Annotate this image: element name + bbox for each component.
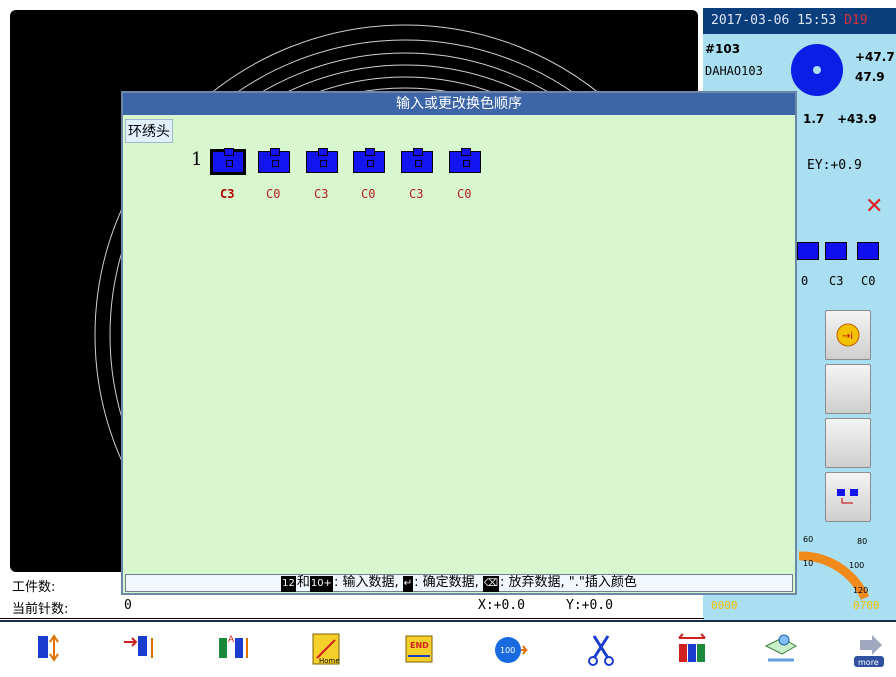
dim-left: 1.7: [803, 112, 825, 126]
end-label: END: [410, 641, 429, 650]
dialog-title: 输入或更改换色顺序: [123, 93, 795, 115]
datetime-suffix: D19: [844, 13, 868, 28]
needle-move-button[interactable]: [122, 630, 162, 670]
svg-text:→i: →i: [842, 331, 853, 342]
trim-scissors-button[interactable]: [582, 630, 622, 670]
gauge-label: 80: [857, 537, 867, 546]
color-order-dialog: 输入或更改换色顺序 环绣头 1 C3 C0 C3 C0 C3 C0 12 和10+…: [121, 91, 797, 595]
workpiece-label: 工件数:: [12, 580, 56, 595]
divider: [0, 618, 704, 619]
stitch-value: 0: [124, 598, 132, 613]
color-label: C0: [361, 187, 376, 201]
key-12-icon: 12: [281, 576, 296, 592]
dialog-status-bar: 12 和10+: 输入数据, ↵: 确定数据, ⌫: 放弃数据, "."插入颜色: [125, 574, 793, 592]
color-label: C3: [314, 187, 329, 201]
color-label: C0: [457, 187, 472, 201]
dim-mid: 47.9: [855, 70, 885, 84]
stitch-label: 当前针数:: [12, 602, 69, 617]
x-readout: X:+0.0: [478, 598, 525, 613]
design-number: #103: [705, 42, 741, 56]
home-button[interactable]: Home: [307, 630, 347, 670]
row-number: 1: [191, 149, 203, 170]
needle-up-down-button[interactable]: [30, 630, 70, 670]
home-label: Home: [319, 657, 340, 665]
datetime-value: 2017-03-06 15:53: [711, 13, 837, 28]
design-name: DAHAO103: [705, 64, 763, 78]
color-slot[interactable]: [449, 148, 481, 173]
color-change-toolbar-button[interactable]: [673, 630, 713, 670]
close-icon[interactable]: ✕: [865, 194, 883, 219]
sewing-machine-button[interactable]: [762, 630, 802, 670]
preview-label: C0: [861, 274, 876, 288]
info-button[interactable]: →i: [825, 310, 871, 360]
blank-button[interactable]: [825, 364, 871, 414]
end-button[interactable]: END: [400, 630, 440, 670]
datetime-display: 2017-03-06 15:53 D19: [703, 8, 896, 34]
more-button[interactable]: more: [850, 630, 890, 670]
status-confirm-data: : 确定数据,: [414, 575, 483, 590]
speed-label: 100: [500, 646, 515, 655]
status-discard-data: : 放弃数据, "."插入颜色: [500, 575, 637, 590]
preview-label: 0: [801, 274, 809, 288]
more-label: more: [858, 658, 879, 667]
preview-color-box: [797, 242, 819, 260]
gauge-label: 10: [803, 559, 813, 568]
dim-right: +43.9: [837, 112, 877, 126]
svg-text:A: A: [228, 635, 235, 645]
gauge-label: 100: [849, 561, 864, 570]
blank-button[interactable]: [825, 418, 871, 468]
preview-label: C3: [829, 274, 844, 288]
cancel-key-icon: ⌫: [482, 576, 500, 592]
needle-select-button[interactable]: A: [215, 630, 255, 670]
color-slot[interactable]: [258, 148, 290, 173]
color-slot[interactable]: [210, 148, 246, 175]
color-label: C3: [409, 187, 424, 201]
design-preview-icon: [789, 42, 845, 102]
color-slot[interactable]: [306, 148, 338, 173]
preview-color-box: [857, 242, 879, 260]
color-label: C3: [220, 187, 235, 201]
preview-color-box: [825, 242, 847, 260]
gauge-label: 60: [803, 535, 813, 544]
enter-key-icon: ↵: [402, 576, 414, 592]
color-slot[interactable]: [401, 148, 433, 173]
status-and: 和: [296, 575, 310, 590]
dim-top: +47.7: [855, 50, 895, 64]
status-input-data: : 输入数据,: [333, 575, 403, 590]
color-change-button[interactable]: [825, 472, 871, 522]
head-tab[interactable]: 环绣头: [125, 119, 173, 143]
y-readout: Y:+0.0: [566, 598, 613, 613]
key-10plus-icon: 10+: [309, 576, 333, 592]
bottom-toolbar: A Home END 100 more: [0, 620, 896, 677]
speed-button[interactable]: 100: [490, 630, 530, 670]
color-label: C0: [266, 187, 281, 201]
color-slot[interactable]: [353, 148, 385, 173]
ey-readout: EY:+0.9: [807, 158, 862, 173]
